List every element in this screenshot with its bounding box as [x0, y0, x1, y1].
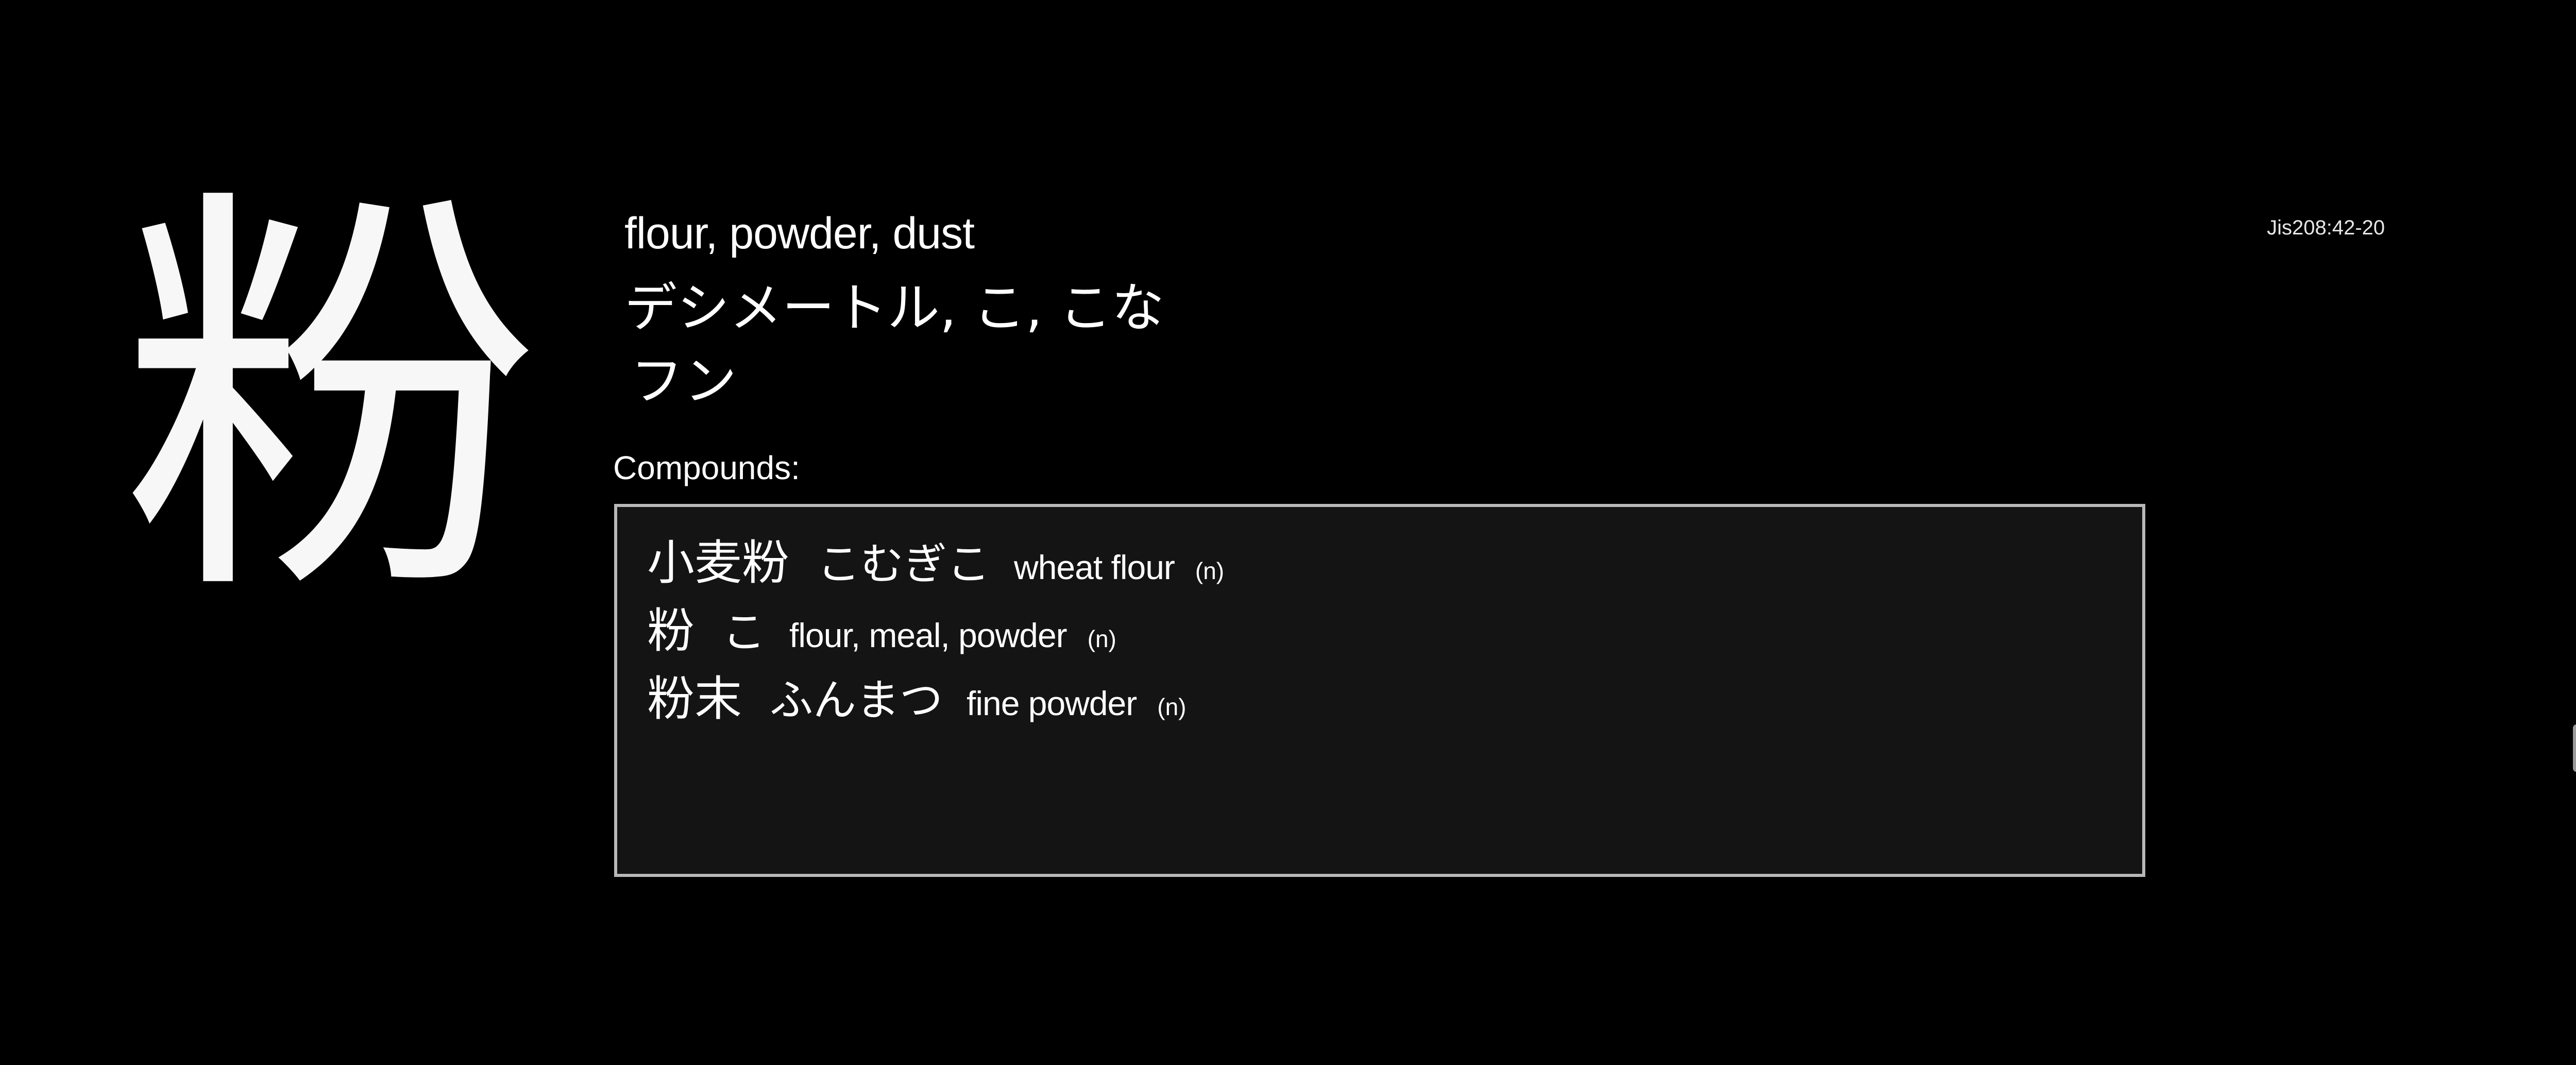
compound-meaning: wheat flour	[1014, 548, 1175, 586]
compound-reading: ふんまつ	[770, 675, 943, 725]
jis-code: Jis208:42-20	[2267, 216, 2385, 239]
compound-pos: (n)	[1087, 626, 1116, 652]
compound-item: 粉末 ふんまつ fine powder (n)	[647, 661, 1186, 729]
compound-reading: こ	[722, 607, 766, 657]
compound-word: 粉	[647, 603, 695, 658]
compound-pos: (n)	[1157, 694, 1187, 720]
compound-word: 小麦粉	[647, 535, 790, 590]
scroll-handle[interactable]	[2573, 724, 2576, 772]
compound-item: 小麦粉 こむぎこ wheat flour (n)	[647, 525, 1224, 593]
compounds-label: Compounds:	[613, 449, 800, 486]
kanji-character: 粉	[120, 156, 542, 648]
kanji-meanings: flour, powder, dust	[624, 209, 975, 258]
compound-word: 粉末	[647, 671, 742, 726]
compound-meaning: flour, meal, powder	[789, 616, 1067, 654]
compound-item: 粉 こ flour, meal, powder (n)	[647, 593, 1116, 661]
kun-readings: デシメートル, こ, こな	[624, 278, 1164, 339]
compound-pos: (n)	[1195, 557, 1225, 584]
on-readings: フン	[631, 351, 737, 412]
compound-meaning: fine powder	[967, 684, 1137, 722]
compounds-list[interactable]: 小麦粉 こむぎこ wheat flour (n) 粉 こ flour, meal…	[614, 504, 2145, 877]
compound-reading: こむぎこ	[817, 539, 991, 589]
